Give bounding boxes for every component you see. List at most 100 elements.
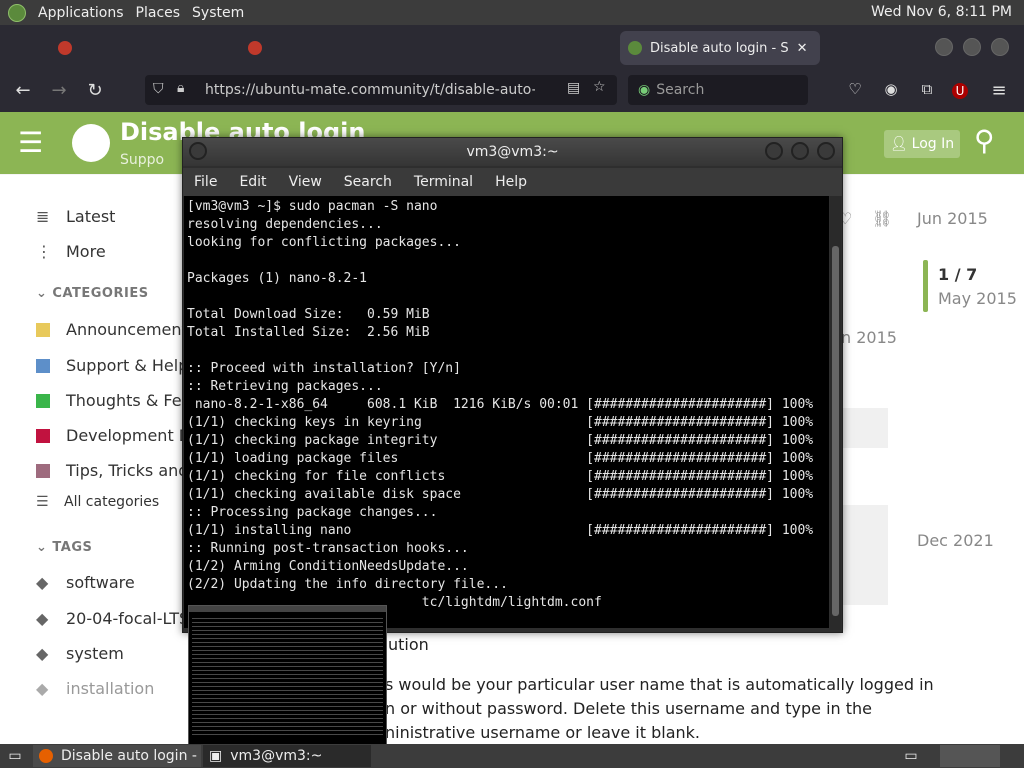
account-icon[interactable]: ◉	[880, 80, 902, 98]
terminal-line: :: Proceed with installation? [Y/n]	[187, 361, 461, 376]
sidebar-category-thoughts[interactable]: Thoughts & Feed	[36, 391, 202, 410]
chevron-down-icon: ⌄	[36, 286, 53, 301]
menu-file[interactable]: File	[194, 174, 217, 190]
tab-bar: Disable auto login - S ✕	[0, 25, 1024, 70]
sidebar-category-support[interactable]: Support & Help	[36, 356, 188, 375]
window-menu-icon[interactable]	[189, 142, 207, 160]
category-color-swatch	[36, 463, 50, 478]
tab-active[interactable]: Disable auto login - S ✕	[620, 31, 820, 65]
back-icon[interactable]: ←	[12, 80, 34, 101]
post-text-line1: s would be your particular user name tha…	[385, 675, 934, 694]
reader-view-icon[interactable]: ▤	[567, 80, 580, 96]
terminal-line: (1/2) Arming ConditionNeedsUpdate...	[187, 559, 469, 574]
shield-icon[interactable]: ⛉	[153, 81, 164, 97]
sidebar-item-latest[interactable]: ≣ Latest	[36, 207, 115, 226]
url-bar[interactable]: ⛉ 🔒︎ https://ubuntu-mate.community/t/dis…	[145, 75, 617, 105]
category-color-swatch	[36, 428, 50, 443]
terminal-scrollbar[interactable]	[830, 196, 841, 630]
terminal-output[interactable]: [vm3@vm3 ~]$ sudo pacman -S nano resolvin…	[184, 196, 829, 628]
sidebar-item-label: Latest	[66, 207, 116, 226]
terminal-line: Packages (1) nano-8.2-1	[187, 271, 368, 286]
firefox-icon	[39, 749, 53, 763]
close-icon[interactable]	[817, 142, 835, 160]
taskbar-item-terminal[interactable]: ▣ vm3@vm3:~	[203, 745, 371, 767]
forward-icon[interactable]: →	[48, 80, 70, 101]
tag-label: software	[66, 573, 135, 592]
menu-view[interactable]: View	[289, 174, 322, 190]
menu-search[interactable]: Search	[344, 174, 392, 190]
categories-heading[interactable]: ⌄ CATEGORIES	[36, 286, 149, 301]
tab-background-3[interactable]	[420, 31, 600, 65]
menu-edit[interactable]: Edit	[239, 174, 266, 190]
menu-terminal[interactable]: Terminal	[414, 174, 473, 190]
maximize-window-icon[interactable]	[963, 38, 981, 56]
minimize-window-icon[interactable]	[935, 38, 953, 56]
taskbar-item-firefox[interactable]: Disable auto login - ...	[33, 745, 201, 767]
terminal-window[interactable]: vm3@vm3:~ File Edit View Search Terminal…	[182, 137, 843, 633]
topic-category[interactable]: Suppo	[120, 152, 164, 168]
terminal-titlebar[interactable]: vm3@vm3:~	[183, 138, 842, 166]
sidebar-tag-installation[interactable]: ◆ installation	[36, 679, 154, 698]
applications-menu[interactable]: Applications	[38, 5, 124, 21]
tags-heading[interactable]: ⌄ TAGS	[36, 540, 92, 555]
timeline-scroller[interactable]	[923, 260, 928, 312]
post-date-partial: n 2015	[841, 328, 897, 347]
panel-clock[interactable]: Wed Nov 6, 8:11 PM	[871, 4, 1012, 20]
terminal-line: (1/1) checking keys in keyring [########…	[187, 415, 814, 430]
tab-background-1[interactable]	[58, 31, 218, 65]
tab-background-2[interactable]	[248, 31, 408, 65]
login-label: Log In	[911, 136, 955, 152]
url-text: https://ubuntu-mate.community/t/disable-…	[205, 82, 535, 98]
post-text-line0: ution	[388, 635, 429, 654]
show-desktop-icon[interactable]: ▭	[4, 745, 26, 767]
hamburger-menu-icon[interactable]: ☰	[18, 126, 43, 159]
sidebar-item-label: More	[66, 242, 106, 261]
tag-icon: ◆	[36, 679, 49, 698]
timeline-progress: 1 / 7	[938, 265, 978, 284]
post-text-line2: n or without password. Delete this usern…	[385, 699, 873, 718]
sidebar-all-categories[interactable]: ☰ All categories	[36, 494, 159, 510]
post-text-line3: ninistrative username or leave it blank.	[385, 723, 701, 742]
ubuntu-mate-logo-icon[interactable]	[72, 124, 110, 162]
sidebar-tag-software[interactable]: ◆ software	[36, 573, 135, 592]
sidebar-category-tips[interactable]: Tips, Tricks and T	[36, 461, 203, 480]
chevron-down-icon: ⌄	[36, 540, 53, 555]
timeline-bottom-date[interactable]: Dec 2021	[917, 531, 994, 550]
sidebar-category-development[interactable]: Development Di	[36, 426, 196, 445]
terminal-line: (1/1) checking for file conflicts [#####…	[187, 469, 814, 484]
sidebar-item-more[interactable]: ⋮ More	[36, 242, 106, 261]
workspace-switcher[interactable]: ▭	[896, 745, 926, 767]
terminal-line: resolving dependencies...	[187, 217, 383, 232]
hamburger-menu-icon[interactable]: ≡	[988, 80, 1010, 101]
login-button[interactable]: 👤︎ Log In	[884, 130, 960, 158]
minimize-icon[interactable]	[765, 142, 783, 160]
close-window-icon[interactable]	[991, 38, 1009, 56]
mate-logo-icon[interactable]	[8, 3, 26, 22]
extensions-icon[interactable]: ⧉	[916, 80, 938, 98]
reload-icon[interactable]: ↻	[84, 80, 106, 101]
list-icon: ☰	[36, 494, 49, 510]
terminal-line: :: Retrieving packages...	[187, 379, 383, 394]
search-bar[interactable]: ◉ Search	[628, 75, 808, 105]
sidebar-category-announcements[interactable]: Announcements	[36, 320, 196, 339]
maximize-icon[interactable]	[791, 142, 809, 160]
lock-icon[interactable]: 🔒︎	[177, 80, 184, 96]
menu-help[interactable]: Help	[495, 174, 527, 190]
ublock-icon[interactable]: U	[952, 83, 968, 99]
sidebar-tag-system[interactable]: ◆ system	[36, 644, 124, 663]
terminal-line: Total Installed Size: 2.56 MiB	[187, 325, 430, 340]
places-menu[interactable]: Places	[136, 5, 181, 21]
timeline-top-date[interactable]: Jun 2015	[917, 209, 988, 228]
sidebar-tag-focal[interactable]: ◆ 20-04-focal-LTS	[36, 609, 189, 628]
scrollbar-thumb[interactable]	[832, 246, 839, 616]
link-icon[interactable]: ⛓	[872, 209, 892, 228]
close-tab-icon[interactable]: ✕	[797, 41, 808, 56]
terminal-icon: ▣	[209, 748, 223, 764]
system-menu[interactable]: System	[192, 5, 244, 21]
pocket-icon[interactable]: ♡	[844, 80, 866, 98]
window-preview-thumbnail[interactable]	[188, 605, 387, 745]
search-icon[interactable]: ⚲	[974, 124, 995, 157]
workspace-2[interactable]	[940, 745, 1000, 767]
bookmark-star-icon[interactable]: ☆	[593, 79, 606, 95]
